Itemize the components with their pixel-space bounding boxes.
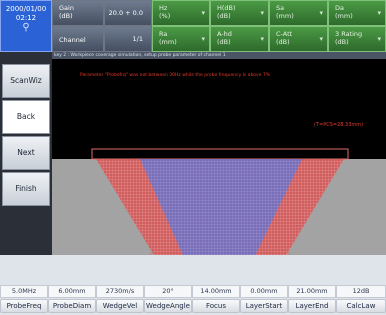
readout-dropdown-icon: ▾ — [377, 35, 381, 43]
param-value[interactable]: 21.00mm — [288, 285, 336, 298]
param-value[interactable]: 6.00mm — [48, 285, 96, 298]
gain-value-field[interactable]: 20.0 + 0.0 — [104, 0, 152, 26]
readout-hz-label: Hz (%) — [159, 4, 171, 20]
scanwiz-button[interactable]: ScanWiz — [2, 64, 50, 98]
param-label[interactable]: LayerEnd — [288, 299, 336, 313]
param-value[interactable]: 0.00mm — [240, 285, 288, 298]
date-text: 2000/01/00 — [5, 5, 47, 13]
gain-value: 20.0 + 0.0 — [108, 9, 143, 17]
readout-ra-label: Ra (mm) — [159, 30, 177, 46]
param-label[interactable]: LayerStart — [240, 299, 288, 313]
gain-label: Gain (dB) — [59, 4, 74, 20]
channel-value: 1/1 — [132, 35, 143, 43]
param-value[interactable]: 2730m/s — [96, 285, 144, 298]
param-label[interactable]: ProbeDiam — [48, 299, 96, 313]
focus-readout: (T=PCS=28.33mm) — [314, 122, 363, 128]
warning-text: Parameter "Probefrq" was not between 30H… — [80, 72, 271, 78]
readout-dropdown-icon: ▾ — [201, 35, 205, 43]
readout-c-att-label: C-Att (dB) — [276, 30, 293, 46]
coverage-simulation-view: Parameter "Probefrq" was not between 30H… — [52, 59, 386, 288]
readout-dropdown-icon: ▾ — [201, 9, 205, 17]
channel-value-field[interactable]: 1/1 — [104, 26, 152, 52]
param-label[interactable]: WedgeAngle — [144, 299, 192, 313]
readout-dropdown-icon: ▾ — [377, 9, 381, 17]
channel-label: Channel — [59, 36, 86, 44]
back-button[interactable]: Back — [2, 100, 50, 134]
channel-label-cell: Channel — [52, 26, 104, 52]
usb-icon: ⚲ — [22, 22, 30, 33]
readout-da-label: Da (mm) — [335, 4, 353, 20]
readout-dropdown-icon: ▾ — [260, 9, 264, 17]
readout-sa[interactable]: Sa (mm) ▾ — [269, 0, 328, 26]
readout-dropdown-icon: ▾ — [319, 9, 323, 17]
readout-a-hd[interactable]: A-hd (dB) ▾ — [210, 26, 269, 52]
status-header: 2000/01/00 02:12 ⚲ Gain (dB) 20.0 + 0.0 … — [0, 0, 386, 52]
message-bar: key 2 : Workpiece coverage simulation, s… — [52, 52, 386, 59]
readout-hz[interactable]: Hz (%) ▾ — [152, 0, 210, 26]
param-value[interactable]: 14.00mm — [192, 285, 240, 298]
gain-label-cell: Gain (dB) — [52, 0, 104, 26]
finish-button[interactable]: Finish — [2, 172, 50, 206]
readout-dropdown-icon: ▾ — [260, 35, 264, 43]
param-value[interactable]: 20° — [144, 285, 192, 298]
readout-rating[interactable]: 3 Rating (dB) ▾ — [328, 26, 386, 52]
readout-c-att[interactable]: C-Att (dB) ▾ — [269, 26, 328, 52]
param-label[interactable]: ProbeFreq — [0, 299, 48, 313]
readout-a-hd-label: A-hd (dB) — [217, 30, 232, 46]
next-button[interactable]: Next — [2, 136, 50, 170]
param-label[interactable]: CalcLaw — [336, 299, 386, 313]
param-label[interactable]: Focus — [192, 299, 240, 313]
parameter-bar: 5.0MHz ProbeFreq 6.00mm ProbeDiam 2730m/… — [0, 255, 386, 315]
readout-h-db-label: H(dB) (dB) — [217, 4, 236, 20]
readout-ra[interactable]: Ra (mm) ▾ — [152, 26, 210, 52]
readout-rating-label: 3 Rating (dB) — [335, 30, 363, 46]
readout-da[interactable]: Da (mm) ▾ — [328, 0, 386, 26]
param-label[interactable]: WedgeVel — [96, 299, 144, 313]
wizard-steps-panel: ScanWiz Back Next Finish — [0, 52, 52, 255]
param-value[interactable]: 12dB — [336, 285, 386, 298]
readout-sa-label: Sa (mm) — [276, 4, 294, 20]
datetime-panel: 2000/01/00 02:12 ⚲ — [0, 0, 52, 52]
param-value[interactable]: 5.0MHz — [0, 285, 48, 298]
readout-dropdown-icon: ▾ — [319, 35, 323, 43]
readout-h-db[interactable]: H(dB) (dB) ▾ — [210, 0, 269, 26]
